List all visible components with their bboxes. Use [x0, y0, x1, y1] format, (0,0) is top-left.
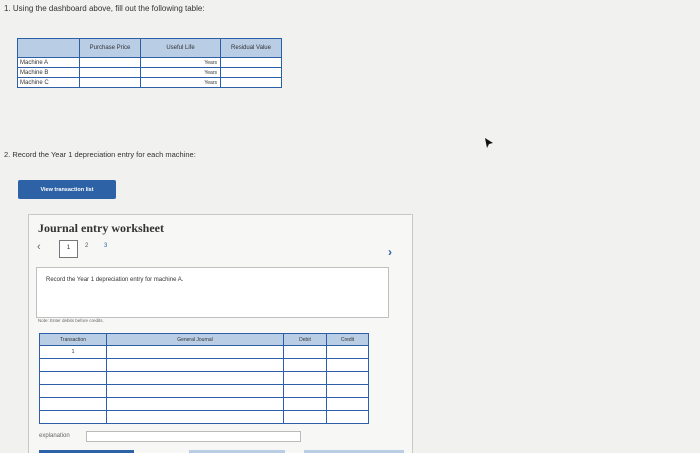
journal-table: Transaction General Journal Debit Credit…	[39, 333, 369, 424]
machine-row-a: Machine A Years	[17, 57, 282, 68]
credit-input[interactable]	[326, 358, 369, 372]
question-2-text: 2. Record the Year 1 depreciation entry …	[4, 150, 196, 159]
instruction-box: Record the Year 1 depreciation entry for…	[36, 267, 389, 318]
explanation-label: explanation	[39, 433, 70, 439]
machine-table-header: Purchase Price Useful Life Residual Valu…	[17, 38, 282, 58]
debit-input[interactable]	[283, 410, 327, 424]
page-1-tab[interactable]: 1	[59, 240, 78, 258]
transaction-number	[39, 397, 107, 411]
debit-input[interactable]	[283, 358, 327, 372]
residual-value-input[interactable]	[220, 67, 282, 78]
worksheet-title: Journal entry worksheet	[38, 221, 164, 235]
machine-label: Machine A	[17, 57, 80, 68]
header-transaction: Transaction	[39, 333, 107, 346]
machine-row-c: Machine C Years	[17, 77, 282, 88]
machine-label: Machine C	[17, 77, 80, 88]
debit-input[interactable]	[283, 384, 327, 398]
journal-table-header: Transaction General Journal Debit Credit	[39, 333, 369, 346]
header-useful-life: Useful Life	[140, 38, 221, 58]
purchase-price-input[interactable]	[79, 77, 141, 88]
useful-life-input[interactable]: Years	[140, 77, 221, 88]
general-journal-select[interactable]	[106, 397, 284, 411]
transaction-number	[39, 371, 107, 385]
table-row: 1	[39, 345, 369, 359]
header-residual-value: Residual Value	[220, 38, 282, 58]
table-row	[39, 384, 369, 398]
journal-entry-worksheet: Journal entry worksheet ‹ 1 2 3 Record t…	[28, 214, 413, 453]
purchase-price-input[interactable]	[79, 67, 141, 78]
header-blank	[17, 38, 80, 58]
transaction-number: 1	[39, 345, 107, 359]
table-row	[39, 371, 369, 385]
credit-input[interactable]	[326, 384, 369, 398]
general-journal-select[interactable]	[106, 371, 284, 385]
useful-life-input[interactable]: Years	[140, 57, 221, 68]
header-debit: Debit	[283, 333, 327, 346]
credit-input[interactable]	[326, 410, 369, 424]
machine-table: Purchase Price Useful Life Residual Valu…	[17, 38, 282, 88]
chevron-right-icon[interactable]: ›	[388, 245, 392, 259]
view-transaction-list-button[interactable]: View transaction list	[18, 180, 116, 199]
general-journal-select[interactable]	[106, 384, 284, 398]
useful-life-input[interactable]: Years	[140, 67, 221, 78]
explanation-input[interactable]	[86, 431, 301, 442]
page-3-tab[interactable]: 3	[104, 243, 107, 249]
instruction-text: Record the Year 1 depreciation entry for…	[46, 277, 184, 283]
general-journal-select[interactable]	[106, 358, 284, 372]
header-credit: Credit	[326, 333, 369, 346]
transaction-number	[39, 384, 107, 398]
table-row	[39, 397, 369, 411]
note-text: Note: Enter debits before credits.	[38, 318, 104, 323]
general-journal-select[interactable]	[106, 410, 284, 424]
residual-value-input[interactable]	[220, 77, 282, 88]
credit-input[interactable]	[326, 345, 369, 359]
mouse-pointer-icon	[485, 138, 493, 148]
debit-input[interactable]	[283, 371, 327, 385]
table-row	[39, 410, 369, 424]
machine-row-b: Machine B Years	[17, 67, 282, 78]
header-purchase-price: Purchase Price	[79, 38, 141, 58]
credit-input[interactable]	[326, 371, 369, 385]
credit-input[interactable]	[326, 397, 369, 411]
page-2-tab[interactable]: 2	[85, 243, 88, 249]
transaction-number	[39, 410, 107, 424]
question-1-text: 1. Using the dashboard above, fill out t…	[4, 4, 205, 13]
purchase-price-input[interactable]	[79, 57, 141, 68]
debit-input[interactable]	[283, 345, 327, 359]
header-general-journal: General Journal	[106, 333, 284, 346]
chevron-left-icon[interactable]: ‹	[37, 241, 41, 253]
residual-value-input[interactable]	[220, 57, 282, 68]
machine-label: Machine B	[17, 67, 80, 78]
general-journal-select[interactable]	[106, 345, 284, 359]
transaction-number	[39, 358, 107, 372]
debit-input[interactable]	[283, 397, 327, 411]
table-row	[39, 358, 369, 372]
